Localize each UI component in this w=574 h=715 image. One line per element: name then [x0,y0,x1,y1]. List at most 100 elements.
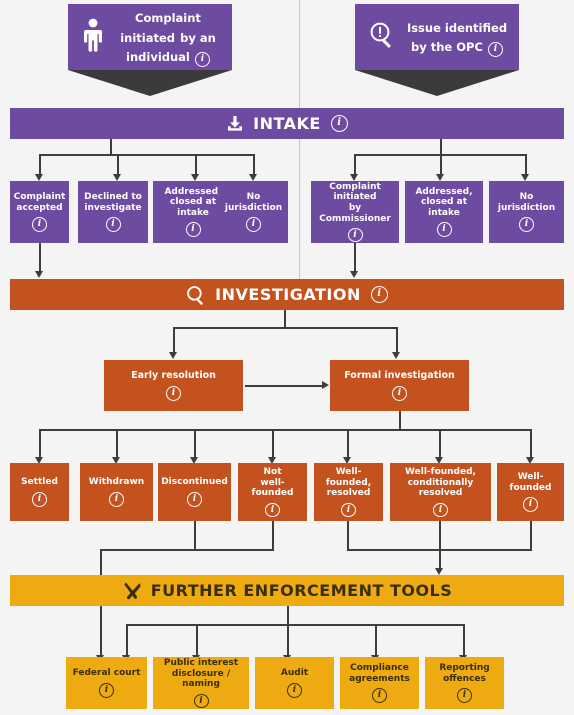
connector [126,624,463,626]
stage-bar-investigation[interactable]: INVESTIGATION i [10,279,564,310]
connector [39,154,41,175]
connector [194,521,196,550]
entry-card-opc-body: Issue identified by the OPC i [405,17,509,58]
connector [525,154,527,175]
intake-outcome-declined-to-investigate[interactable]: Declined to investigate i [78,181,148,243]
info-icon[interactable]: i [185,222,201,238]
node-line1: Not [263,467,282,477]
investigation-outcome-well-founded[interactable]: Well-founded i [497,463,564,521]
investigation-outcome-well-founded-resolved[interactable]: Well-founded, resolved i [314,463,383,521]
node-line1: Complaint initiated [329,181,381,203]
info-icon[interactable]: i [436,222,452,238]
arrowhead [35,174,44,181]
intake-outcome-complaint-accepted[interactable]: Complaint accepted i [10,181,69,243]
info-icon[interactable]: i [347,228,363,243]
investigation-outcome-well-founded-conditionally-resolved[interactable]: Well-founded, conditionally resolved i [390,463,491,521]
info-icon[interactable]: i [105,217,121,233]
investigation-outcome-settled[interactable]: Settled i [10,463,69,521]
node-line1: No jurisdiction [224,191,283,213]
info-icon[interactable]: i [99,682,114,698]
info-icon[interactable]: i [287,682,302,698]
intake-outcome-no-jurisdiction[interactable]: No jurisdiction i [219,181,288,243]
connector [530,521,532,550]
investigation-path-early-resolution[interactable]: Early resolution i [104,360,243,411]
info-icon[interactable]: i [487,42,503,58]
node-line1: Withdrawn [88,477,145,488]
info-icon[interactable]: i [523,497,538,513]
info-icon[interactable]: i [194,52,210,68]
info-icon[interactable]: i [341,502,356,517]
intake-outcome-complaint-by-commissioner[interactable]: Complaint initiated by Commissioner i [311,181,399,243]
entry-card-opc-line2: by the OPC [411,40,483,55]
connector [272,429,274,458]
connector [440,154,442,175]
info-icon[interactable]: i [109,491,124,507]
arrowhead [35,271,44,278]
node-line2: conditionally resolved [407,477,474,499]
investigation-outcome-withdrawn[interactable]: Withdrawn i [80,463,153,521]
connector [195,154,197,175]
connector [117,154,119,175]
connector [126,624,128,656]
arrowhead [191,174,200,181]
enforcement-tool-audit[interactable]: Audit i [255,657,334,709]
node-line2: closed at intake [420,197,467,218]
intake-outcome-addressed-closed-right[interactable]: Addressed, closed at intake i [405,181,483,243]
info-icon[interactable]: i [370,286,388,303]
node-line2: disclosure / naming [171,668,231,690]
enforcement-tool-public-interest-disclosure[interactable]: Public interest disclosure / naming i [153,657,249,709]
arrowhead [436,174,445,181]
node-line2: accepted [16,202,63,213]
intake-outcome-no-jurisdiction-right[interactable]: No jurisdiction i [489,181,564,243]
node-line1: Discontinued [161,477,228,488]
info-icon[interactable]: i [193,693,209,708]
info-icon[interactable]: i [246,217,261,233]
info-icon[interactable]: i [32,217,47,233]
investigation-outcome-not-well-founded[interactable]: Not well-founded i [238,463,307,521]
arrowhead [322,381,329,390]
node-line1: Addressed, [164,186,222,197]
arrowhead [169,352,178,359]
arrowhead [392,352,401,359]
connector [440,139,442,155]
enforcement-tool-federal-court[interactable]: Federal court i [66,657,147,709]
info-icon[interactable]: i [372,688,387,704]
connector [287,624,289,656]
entry-card-individual[interactable]: Complaint initiated by an individual i [68,4,232,70]
arrowhead [350,174,359,181]
connector [272,521,274,550]
info-icon[interactable]: i [519,217,534,233]
investigation-outcome-discontinued[interactable]: Discontinued i [158,463,231,521]
connector [39,243,41,272]
info-icon[interactable]: i [32,491,47,507]
enforcement-tool-reporting-offences[interactable]: Reporting offences i [425,657,504,709]
arrowhead [435,568,444,575]
node-line2: resolved [326,488,371,499]
arrowhead [249,174,258,181]
info-icon[interactable]: i [457,688,472,704]
info-icon[interactable]: i [433,502,448,517]
arrowhead [113,174,122,181]
investigation-path-formal-investigation[interactable]: Formal investigation i [330,360,469,411]
info-icon[interactable]: i [330,115,348,132]
connector [347,521,349,550]
enforcement-tool-compliance-agreements[interactable]: Compliance agreements i [340,657,419,709]
node-line1: Declined to [84,191,142,202]
magnifier-alert-icon [369,21,395,53]
connector [39,429,41,458]
arrowhead [521,174,530,181]
info-icon[interactable]: i [392,385,407,401]
info-icon[interactable]: i [166,385,181,401]
stage-bar-intake[interactable]: INTAKE i [10,108,564,139]
connector [354,154,356,175]
entry-card-opc[interactable]: Issue identified by the OPC i [355,4,519,70]
node-line2: by Commissioner [319,203,391,224]
connector [347,429,349,458]
connector [463,624,465,656]
stage-bar-enforcement[interactable]: FURTHER ENFORCEMENT TOOLS [10,575,564,606]
info-icon[interactable]: i [187,491,202,507]
info-icon[interactable]: i [265,502,280,517]
node-line1: Reporting [439,662,490,673]
connector [399,411,401,430]
node-line1: Complaint [13,191,66,202]
